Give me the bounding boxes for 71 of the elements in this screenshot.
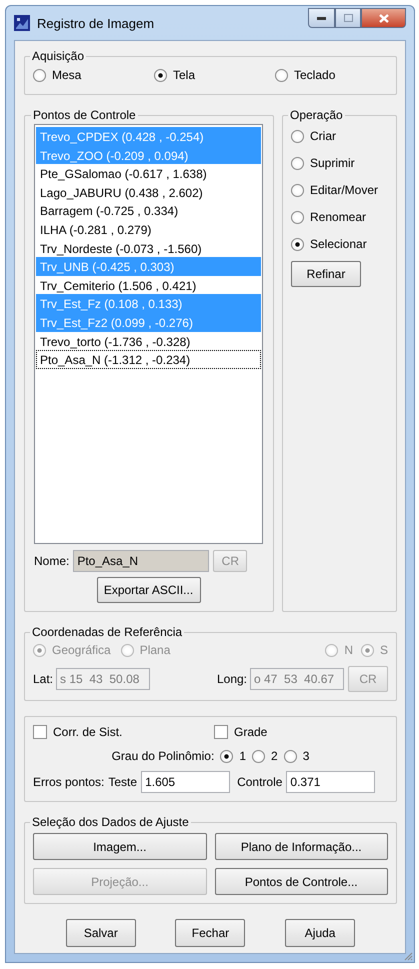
control-points-list[interactable] [34, 124, 263, 544]
radio-button[interactable] [291, 184, 304, 196]
checkbox-label: Grade [234, 725, 268, 739]
radio-button[interactable] [275, 68, 288, 82]
radio-label: Criar [310, 129, 336, 143]
radio-label: Suprimir [310, 156, 355, 170]
radio-label: S [380, 643, 388, 657]
radio-button[interactable] [220, 750, 234, 762]
test-field[interactable]: 1.605 [141, 771, 230, 793]
radio-button[interactable] [252, 750, 266, 762]
radio-button[interactable] [291, 130, 304, 142]
control-field[interactable]: 0.371 [286, 771, 376, 793]
radio-label: Plana [140, 643, 170, 657]
group-title: Aquisição [31, 49, 86, 63]
test-label: Teste [108, 775, 138, 789]
name-field[interactable]: Pto_Asa_N [73, 550, 210, 572]
dialog-button[interactable]: Ajuda [285, 919, 356, 947]
radio-label: N [344, 643, 353, 657]
dialog-button[interactable]: Fechar [175, 919, 246, 947]
list-item[interactable]: Trv_Nordeste (-0.073 , -1.560) [36, 238, 261, 258]
export-button[interactable]: Exportar ASCII... [96, 577, 200, 603]
close-button[interactable] [361, 8, 406, 28]
lat-label: Lat: [33, 672, 54, 686]
radio-label: Mesa [52, 68, 82, 82]
minimize-icon [317, 16, 326, 20]
data-button[interactable]: Pontos de Controle... [214, 868, 388, 895]
radio-button[interactable] [291, 210, 304, 224]
list-item[interactable]: Barragem (-0.725 , 0.334) [36, 201, 261, 220]
checkbox-label: Corr. de Sist. [53, 725, 122, 739]
list-item[interactable]: Pte_GSalomao (-0.617 , 1.638) [36, 164, 261, 183]
list-item[interactable]: ILHA (-0.281 , 0.279) [36, 220, 261, 239]
maximize-button[interactable] [335, 8, 361, 28]
radio-button[interactable] [291, 238, 304, 250]
radio-label: Renomear [310, 210, 366, 224]
radio-button[interactable] [33, 68, 46, 82]
dialog-button[interactable]: Salvar [66, 919, 136, 947]
radio-label: Geográfica [52, 643, 111, 657]
radio-button[interactable] [154, 68, 167, 82]
degree-label: Grau do Polinômio: [112, 749, 214, 763]
radio-label: Selecionar [310, 237, 367, 251]
control-label: Controle [237, 775, 282, 789]
group-title: Coordenadas de Referência [31, 625, 184, 639]
group-title: Pontos de Controle [32, 108, 137, 122]
window-title: Registro de Imagem [37, 16, 156, 30]
list-item[interactable]: Trv_Cemiterio (1.506 , 0.421) [36, 276, 261, 294]
radio-label: 2 [271, 749, 278, 763]
radio-label: Editar/Mover [310, 183, 378, 197]
list-item[interactable]: Pto_Asa_N (-1.312 , -0.234) [36, 350, 261, 369]
checkbox[interactable] [33, 725, 47, 739]
checkbox[interactable] [214, 725, 228, 739]
radio-label: Tela [173, 68, 196, 82]
group-title: Seleção dos Dados de Ajuste [31, 815, 190, 829]
long-label: Long: [216, 672, 247, 686]
list-item[interactable]: Lago_JABURU (0.438 , 2.602) [36, 182, 261, 202]
minimize-button[interactable] [308, 8, 335, 28]
app-icon [14, 15, 30, 31]
radio-button[interactable] [291, 156, 304, 170]
refine-button[interactable]: Refinar [291, 261, 361, 287]
radio-label: Teclado [294, 68, 336, 82]
resize-grip-icon [403, 951, 413, 961]
data-button[interactable]: Plano de Informação... [214, 833, 388, 860]
close-icon [378, 14, 388, 22]
radio-button[interactable] [284, 750, 297, 762]
maximize-icon [344, 14, 352, 22]
data-button[interactable]: Imagem... [33, 833, 206, 860]
radio-label: 3 [302, 749, 310, 763]
group-title: Operação [289, 108, 344, 122]
radio-label: 1 [239, 749, 246, 763]
name-label: Nome: [34, 554, 70, 568]
list-item[interactable]: Trevo_torto (-1.736 , -0.328) [36, 332, 261, 350]
errors-label: Erros pontos: [33, 775, 104, 789]
